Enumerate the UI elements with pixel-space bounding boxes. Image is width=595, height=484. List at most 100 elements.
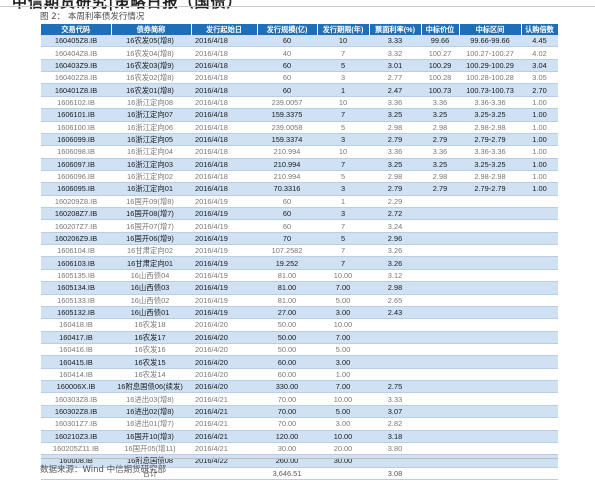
cell-term bbox=[317, 467, 369, 480]
cell-subscription-ratio bbox=[521, 380, 558, 394]
cell-subscription-ratio bbox=[521, 219, 558, 233]
table-header-row: 交易代码 债券简称 发行起始日 发行规模(亿) 发行期限(年) 票面利率(%) … bbox=[41, 24, 559, 35]
cell-winning-range: 3.25-3.25 bbox=[459, 108, 521, 122]
cell-code: 1605132.IB bbox=[41, 306, 111, 320]
cell-subscription-ratio bbox=[521, 405, 558, 419]
cell-code: 1606102.IB bbox=[41, 96, 111, 110]
cell-winning-range bbox=[459, 355, 521, 369]
cell-winning-price: 3.36 bbox=[421, 96, 459, 110]
cell-start-date: 2016/4/20 bbox=[191, 343, 257, 357]
cell-name: 16农发15 bbox=[111, 355, 191, 369]
cell-start-date: 2016/4/18 bbox=[191, 158, 257, 171]
cell-term: 1 bbox=[317, 195, 369, 209]
cell-code: 160006X.IB bbox=[41, 380, 111, 394]
cell-winning-range bbox=[459, 430, 521, 443]
cell-code: 160415.IB bbox=[41, 355, 111, 369]
cell-term: 7 bbox=[317, 244, 369, 258]
cell-code: 1606099.IB bbox=[41, 133, 111, 147]
cell-start-date: 2016/4/21 bbox=[191, 442, 257, 456]
cell-code: 1606101.IB bbox=[41, 108, 111, 122]
cell-term: 1.00 bbox=[317, 368, 369, 382]
cell-winning-price bbox=[421, 195, 459, 209]
table-row: 160301Z7.IB 16进出01(增7) 2016/4/21 70.00 3.00 2… bbox=[41, 417, 558, 431]
cell-start-date: 2016/4/18 bbox=[191, 182, 257, 196]
cell-amount: 30.00 bbox=[257, 442, 317, 456]
table-row: 160401Z8.IB 16农发01(增8) 2016/4/18 60 1 2.47 100… bbox=[41, 83, 558, 97]
cell-name: 16山西债02 bbox=[111, 294, 191, 307]
cell-amount: 330.00 bbox=[257, 380, 317, 394]
cell-winning-range bbox=[459, 294, 521, 307]
cell-coupon: 3.18 bbox=[369, 430, 421, 443]
cell-subscription-ratio bbox=[521, 294, 558, 307]
cell-name: 16农发05(增8) bbox=[111, 35, 191, 48]
cell-subscription-ratio: 1.00 bbox=[521, 108, 558, 122]
cell-coupon: 3.26 bbox=[369, 256, 421, 270]
cell-winning-range bbox=[459, 244, 521, 258]
cell-amount: 60 bbox=[257, 195, 317, 209]
cell-code: 1605133.IB bbox=[41, 294, 111, 307]
cell-winning-range bbox=[459, 256, 521, 270]
table-row: 1606101.IB 16浙江定向07 2016/4/18 159.3375 7 3.25… bbox=[41, 108, 558, 122]
cell-winning-price bbox=[421, 417, 459, 431]
cell-amount: 60 bbox=[257, 219, 317, 233]
table-row: 160209Z8.IB 16国开09(增8) 2016/4/19 60 1 2.29 bbox=[41, 195, 558, 209]
cell-winning-price bbox=[421, 256, 459, 270]
table-row: 1605132.IB 16山西债01 2016/4/19 27.00 3.00 2.43 bbox=[41, 306, 558, 320]
cell-coupon: 3.25 bbox=[369, 158, 421, 171]
cell-coupon bbox=[369, 368, 421, 382]
cell-term: 5 bbox=[317, 170, 369, 184]
cell-subscription-ratio bbox=[521, 368, 558, 382]
cell-coupon: 3.24 bbox=[369, 219, 421, 233]
cell-amount: 239.0058 bbox=[257, 121, 317, 134]
cell-subscription-ratio bbox=[521, 269, 558, 283]
cell-subscription-ratio bbox=[521, 306, 558, 320]
cell-term: 1 bbox=[317, 83, 369, 97]
cell-code: 1606095.IB bbox=[41, 182, 111, 196]
cell-winning-price bbox=[421, 318, 459, 332]
cell-coupon bbox=[369, 355, 421, 369]
table-row: 1605134.IB 16山西债03 2016/4/19 81.00 7.00 2.98 bbox=[41, 281, 558, 295]
cell-coupon bbox=[369, 343, 421, 357]
cell-winning-price: 100.27 bbox=[421, 46, 459, 60]
cell-code: 160405Z8.IB bbox=[41, 35, 111, 48]
cell-subscription-ratio bbox=[521, 195, 558, 209]
cell-name: 16农发17 bbox=[111, 331, 191, 344]
bond-issuance-table: 交易代码 债券简称 发行起始日 发行规模(亿) 发行期限(年) 票面利率(%) … bbox=[41, 24, 559, 480]
cell-code: 160418.IB bbox=[41, 318, 111, 332]
cell-start-date: 2016/4/18 bbox=[191, 121, 257, 134]
cell-name: 16国开05(增11) bbox=[111, 442, 191, 456]
cell-winning-range: 2.98-2.98 bbox=[459, 121, 521, 134]
table-row: 1606102.IB 16浙江定向08 2016/4/18 239.0057 10 3.3… bbox=[41, 96, 558, 110]
cell-start-date: 2016/4/18 bbox=[191, 35, 257, 48]
cell-winning-range bbox=[459, 405, 521, 419]
table-row: 1606099.IB 16浙江定向05 2016/4/18 159.3374 3 2.79… bbox=[41, 133, 558, 147]
cell-name: 16浙江定向07 bbox=[111, 108, 191, 122]
cell-winning-range: 2.98-2.98 bbox=[459, 170, 521, 184]
cell-subscription-ratio: 1.00 bbox=[521, 145, 558, 159]
cell-name: 16农发02(增8) bbox=[111, 71, 191, 85]
cell-subscription-ratio: 1.00 bbox=[521, 133, 558, 147]
cell-winning-price bbox=[421, 219, 459, 233]
cell-coupon bbox=[369, 454, 421, 468]
cell-start-date: 2016/4/18 bbox=[191, 46, 257, 60]
cell-coupon: 2.79 bbox=[369, 133, 421, 147]
cell-start-date: 2016/4/18 bbox=[191, 71, 257, 85]
cell-coupon: 3.07 bbox=[369, 405, 421, 419]
cell-term: 7 bbox=[317, 158, 369, 171]
cell-subscription-ratio: 4.02 bbox=[521, 46, 558, 60]
cell-subscription-ratio: 1.00 bbox=[521, 121, 558, 134]
cell-winning-range bbox=[459, 269, 521, 283]
cell-subscription-ratio bbox=[521, 454, 558, 468]
cell-term: 7 bbox=[317, 256, 369, 270]
cell-coupon: 2.43 bbox=[369, 306, 421, 320]
cell-name: 16浙江定向03 bbox=[111, 158, 191, 171]
cell-term: 10.00 bbox=[317, 269, 369, 283]
cell-start-date: 2016/4/20 bbox=[191, 318, 257, 332]
cell-start-date: 2016/4/20 bbox=[191, 380, 257, 394]
cell-subscription-ratio bbox=[521, 343, 558, 357]
cell-amount: 40 bbox=[257, 46, 317, 60]
cell-start-date: 2016/4/19 bbox=[191, 269, 257, 283]
cell-start-date: 2016/4/19 bbox=[191, 294, 257, 307]
cell-code: 1605135.IB bbox=[41, 269, 111, 283]
cell-winning-price bbox=[421, 294, 459, 307]
